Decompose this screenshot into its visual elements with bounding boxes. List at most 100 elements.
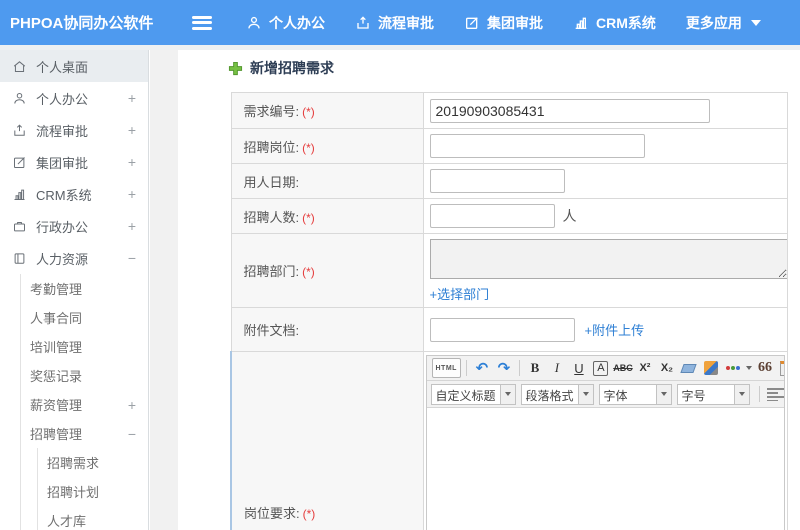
nav-crm-system[interactable]: CRM系统: [573, 13, 656, 33]
department-label-cell: 招聘部门: (*): [230, 233, 424, 308]
department-textarea[interactable]: [429, 239, 788, 279]
dropdown-value: 字号: [681, 388, 706, 403]
main-content: 新增招聘需求 需求编号:(*) 招聘岗位:(*): [178, 50, 800, 530]
superscript-button[interactable]: X²: [635, 358, 655, 378]
collapse-minus-icon[interactable]: −: [128, 250, 136, 266]
position-label-cell: 招聘岗位: (*): [230, 128, 424, 164]
italic-button[interactable]: I: [547, 358, 567, 378]
font-size-dropdown[interactable]: 字号: [676, 383, 750, 405]
remove-format-button[interactable]: A: [593, 360, 609, 376]
form-row-headcount: 招聘人数: (*) 人: [230, 198, 788, 234]
sidebar-item-admin-office[interactable]: 行政办公 +: [0, 210, 148, 242]
sidebar-item-hr-contract[interactable]: 人事合同: [21, 303, 148, 332]
nav-label: 更多应用: [685, 14, 742, 31]
edit-icon: [466, 16, 478, 29]
sidebar-item-label: 招聘需求: [47, 456, 100, 471]
req-no-input[interactable]: [429, 98, 710, 123]
sidebar-item-label: 行政办公: [36, 219, 89, 235]
required-mark: (*): [302, 140, 315, 155]
hamburger-menu-icon[interactable]: [192, 15, 212, 30]
html-source-button[interactable]: HTML: [431, 358, 461, 378]
attachment-field-cell: +附件上传: [422, 307, 788, 352]
align-left-button[interactable]: [766, 387, 784, 401]
expand-plus-icon[interactable]: +: [128, 90, 136, 106]
sidebar-item-training[interactable]: 培训管理: [21, 332, 148, 361]
field-label: 岗位要求:: [244, 506, 300, 521]
form-row-date: 用人日期:: [230, 163, 788, 199]
field-label: 附件文档:: [243, 323, 300, 338]
nav-group-approval[interactable]: 集团审批: [464, 13, 543, 33]
field-label: 需求编号:: [243, 104, 300, 119]
paste-button[interactable]: T: [777, 358, 784, 378]
position-input[interactable]: [429, 134, 645, 158]
expand-plus-icon[interactable]: +: [128, 122, 136, 138]
headcount-input[interactable]: [429, 204, 555, 228]
sidebar-item-workflow-approval[interactable]: 流程审批 +: [0, 114, 148, 146]
expand-plus-icon[interactable]: +: [128, 218, 136, 234]
nav-workflow-approval[interactable]: 流程审批: [355, 13, 434, 33]
bold-button[interactable]: B: [525, 358, 545, 378]
sidebar-item-recruit-demand[interactable]: 招聘需求: [38, 448, 148, 477]
app-window: PHPOA协同办公软件 个人办公 流程审批 集团审批 CRM系统 更多应用 个人…: [0, 0, 800, 530]
sidebar-item-label: 招聘计划: [47, 485, 100, 500]
req-no-label-cell: 需求编号: (*): [230, 92, 424, 129]
editor-content-area[interactable]: [426, 408, 784, 530]
caret-down-icon: [582, 392, 589, 396]
select-department-link[interactable]: +选择部门: [430, 284, 490, 303]
date-input[interactable]: [429, 169, 565, 193]
sidebar-item-label: 薪资管理: [30, 398, 83, 413]
nav-label: 流程审批: [378, 14, 434, 31]
attachment-label-cell: 附件文档:: [230, 307, 424, 352]
collapse-minus-icon[interactable]: −: [128, 426, 136, 442]
expand-plus-icon[interactable]: +: [128, 186, 136, 202]
sidebar-item-group-approval[interactable]: 集团审批 +: [0, 146, 148, 178]
eraser-button[interactable]: [679, 358, 699, 378]
sidebar-item-hr[interactable]: 人力资源 −: [0, 242, 148, 274]
underline-button[interactable]: U: [569, 358, 589, 378]
sidebar-item-recruit-plan[interactable]: 招聘计划: [38, 477, 148, 506]
form-row-requirement: 岗位要求: (*) HTML ↶ ↷ B I U A ABC X² X₂ 66 …: [230, 351, 788, 530]
required-mark: (*): [302, 265, 315, 279]
dropdown-value: 段落格式: [525, 388, 574, 403]
sidebar-item-label: 考勤管理: [30, 282, 83, 297]
sidebar: 个人桌面 个人办公 + 流程审批 + 集团审批 + CRM系统 + 行政办公 +: [0, 50, 149, 530]
toolbar-separator: [465, 360, 467, 376]
sidebar-item-crm[interactable]: CRM系统 +: [0, 178, 148, 210]
attachment-upload-link[interactable]: +附件上传: [585, 323, 645, 338]
home-icon: [13, 60, 26, 72]
required-mark: (*): [302, 210, 315, 225]
paragraph-format-dropdown[interactable]: 段落格式: [520, 383, 594, 405]
sidebar-item-desktop[interactable]: 个人桌面: [0, 50, 148, 82]
custom-title-dropdown[interactable]: 自定义标题: [430, 383, 516, 405]
color-palette-button[interactable]: [723, 358, 743, 378]
field-label: 用人日期:: [243, 174, 300, 190]
attachment-input[interactable]: [429, 317, 575, 342]
sidebar-item-personal-office[interactable]: 个人办公 +: [0, 82, 148, 114]
expand-plus-icon[interactable]: +: [128, 397, 136, 413]
sidebar-item-talent-pool[interactable]: 人才库: [38, 506, 148, 530]
caret-down-icon[interactable]: [745, 366, 752, 370]
nav-personal-office[interactable]: 个人办公: [246, 13, 325, 33]
sidebar-item-reward-punish[interactable]: 奖惩记录: [21, 361, 148, 390]
subscript-button[interactable]: X₂: [657, 358, 677, 378]
undo-button[interactable]: ↶: [472, 358, 492, 378]
page-title-text: 新增招聘需求: [250, 60, 334, 76]
add-plus-icon: [228, 61, 243, 75]
workflow-icon: [357, 15, 369, 29]
sidebar-item-label: 流程审批: [36, 123, 89, 139]
required-mark: (*): [302, 105, 315, 119]
caret-down-icon: [738, 392, 745, 396]
nav-label: 个人办公: [269, 14, 325, 31]
strikethrough-button[interactable]: ABC: [613, 358, 633, 378]
date-field-cell: [422, 163, 788, 199]
sidebar-item-attendance[interactable]: 考勤管理: [21, 274, 148, 303]
redo-button[interactable]: ↷: [494, 358, 514, 378]
blockquote-button[interactable]: 66: [755, 358, 775, 378]
expand-plus-icon[interactable]: +: [128, 154, 136, 170]
sidebar-item-recruit-mgmt[interactable]: 招聘管理 −: [21, 419, 148, 448]
font-family-dropdown[interactable]: 字体: [598, 383, 672, 405]
headcount-label-cell: 招聘人数: (*): [230, 198, 424, 234]
format-brush-button[interactable]: [701, 358, 721, 378]
nav-more-apps[interactable]: 更多应用: [686, 13, 761, 33]
sidebar-item-salary[interactable]: 薪资管理 +: [21, 390, 148, 419]
